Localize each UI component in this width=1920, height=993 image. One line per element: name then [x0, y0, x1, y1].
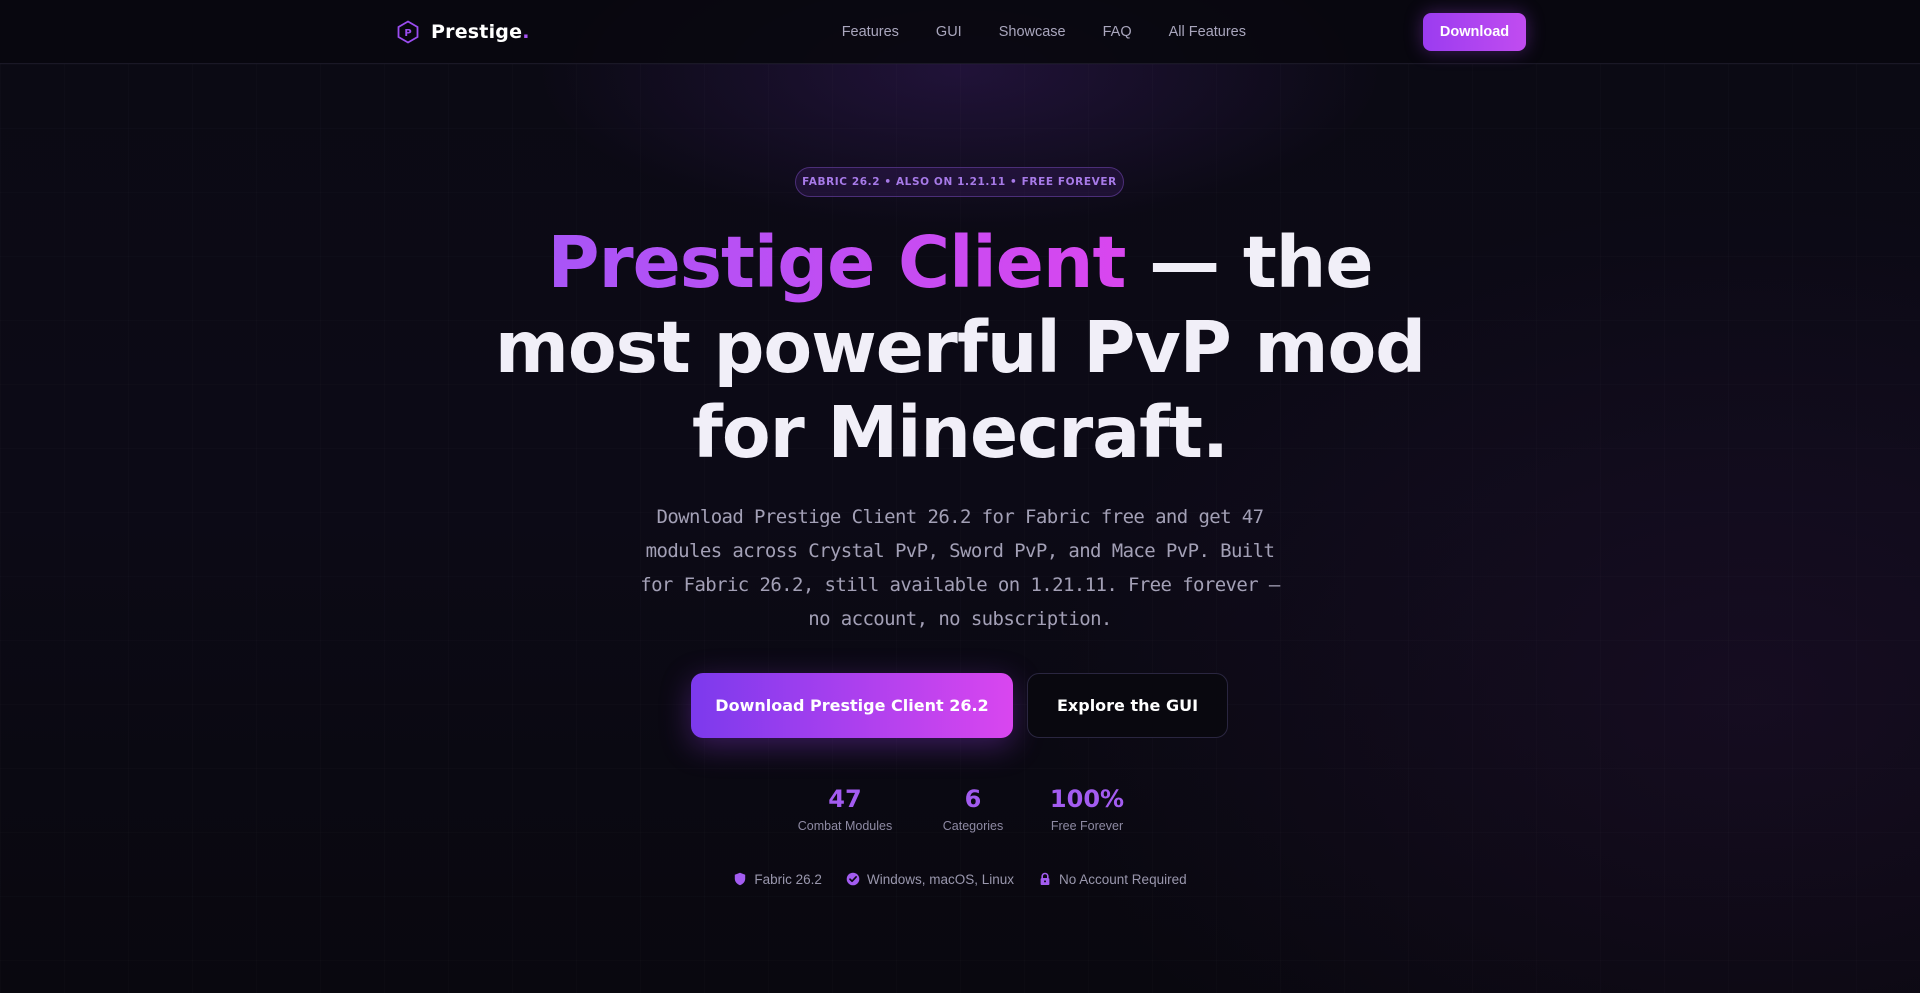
feature-no-account: No Account Required [1038, 872, 1187, 887]
top-navbar: P Prestige. Features GUI Showcase FAQ Al… [0, 0, 1920, 64]
nav-link-all-features[interactable]: All Features [1169, 24, 1246, 40]
stat-value: 100% [1049, 785, 1125, 813]
headline-accent: Prestige Client [547, 221, 1127, 304]
stat-value: 6 [964, 785, 982, 813]
nav-link-showcase[interactable]: Showcase [999, 24, 1066, 40]
stat-combat-modules: 47 Combat Modules [776, 784, 914, 833]
brand-dot: . [522, 21, 530, 43]
headline-rest: — the [1125, 221, 1373, 304]
stat-free-forever: 100% Free Forever [1036, 784, 1138, 833]
hero-subtitle: Download Prestige Client 26.2 for Fabric… [640, 506, 1280, 630]
stat-label: Combat Modules [797, 819, 893, 833]
stat-value: 47 [828, 785, 862, 813]
feature-highlights: Fabric 26.2 Windows, macOS, Linux No Acc… [0, 869, 1920, 889]
hero-headline: Prestige Client — the most powerful PvP … [460, 220, 1460, 475]
stat-label: Categories [942, 819, 1004, 833]
nav-link-gui[interactable]: GUI [936, 24, 962, 40]
feature-text: No Account Required [1059, 871, 1187, 887]
headline-line-2: most powerful PvP mod [494, 306, 1426, 389]
nav-link-faq[interactable]: FAQ [1103, 24, 1132, 40]
nav-links: Features GUI Showcase FAQ All Features [805, 0, 1246, 63]
feature-platforms: Windows, macOS, Linux [846, 872, 1014, 887]
brand-name: Prestige. [431, 21, 530, 43]
feature-fabric: Fabric 26.2 [733, 872, 822, 887]
shield-icon [735, 872, 746, 886]
check-circle-icon [846, 872, 860, 886]
brand-logo-link[interactable]: P Prestige. [396, 19, 530, 45]
headline-line-3: for Minecraft. [692, 391, 1229, 474]
nav-download-button[interactable]: Download [1423, 13, 1526, 51]
nav-link-features[interactable]: Features [842, 24, 899, 40]
download-client-button[interactable]: Download Prestige Client 26.2 [691, 673, 1013, 738]
lock-icon [1040, 872, 1050, 885]
stat-categories: 6 Categories [922, 784, 1024, 833]
svg-text:P: P [404, 28, 411, 39]
feature-text: Fabric 26.2 [754, 871, 822, 887]
hexagon-p-logo-icon: P [397, 20, 419, 44]
explore-gui-button[interactable]: Explore the GUI [1027, 673, 1228, 738]
stat-label: Free Forever [1050, 819, 1124, 833]
version-badge: FABRIC 26.2 • ALSO ON 1.21.11 • FREE FOR… [795, 167, 1124, 197]
feature-text: Windows, macOS, Linux [866, 871, 1015, 887]
